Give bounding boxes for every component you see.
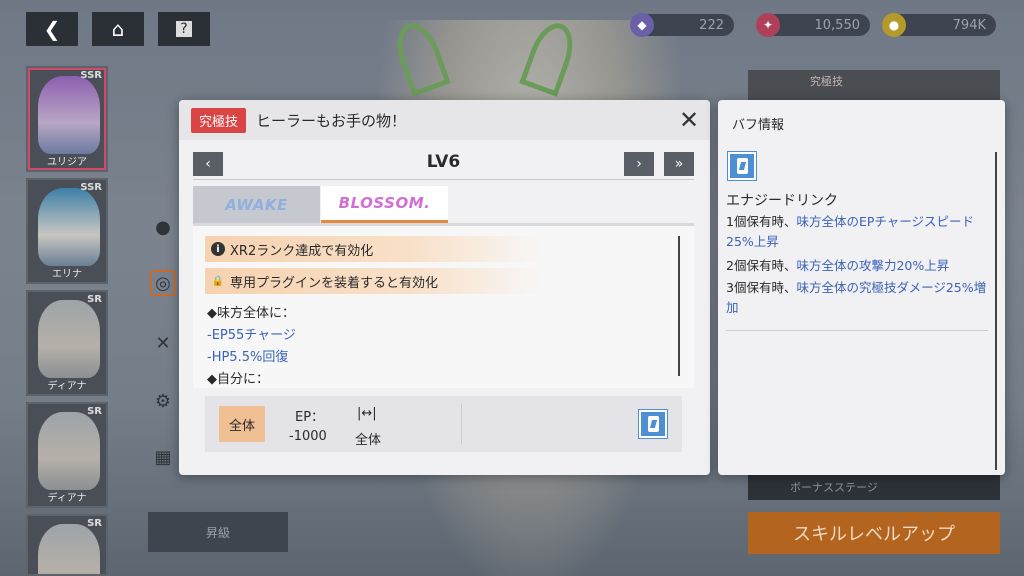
range-value: 全体 [355,433,382,448]
level-label: LV6 [426,152,461,172]
energy-drink-icon [728,152,756,180]
helmet-icon[interactable]: ● [150,214,176,240]
skill-description[interactable]: i XR2ランク達成で有効化 🔒 専用プラグインを装着すると有効化 ◆味方全体に… [193,226,694,388]
description-line: -EP55チャージ [207,328,296,343]
max-level-button[interactable]: » [664,152,694,176]
gear-icon[interactable]: ⚙ [150,388,176,414]
character-card[interactable]: SR ディアナ [26,290,108,396]
character-portrait [38,300,100,378]
buff-effect-line: 2個保有時、味方全体の攻撃力20%上昇 [726,258,950,273]
chevron-left-icon: ❮ [43,17,61,41]
next-level-button[interactable]: › [624,152,654,176]
skill-modal: 究極技 ヒーラーもお手の物！ ✕ ‹ LV6 › » AWAKE BLOSSOM… [179,100,710,475]
character-portrait [38,412,100,490]
home-button[interactable]: ⌂ [92,12,144,46]
description-line: -HP5.5%回復 [207,350,289,365]
promote-button[interactable]: 昇級 [148,512,288,552]
close-icon: ✕ [678,106,700,134]
description-line: ◆味方全体に： [207,306,295,321]
buff-effect-line: 1個保有時、味方全体のEPチャージスピード25%上昇 [726,214,975,249]
target-icon[interactable]: ◎ [150,270,176,296]
range-icon: |↔| [357,406,377,421]
target-badge: 全体 [219,406,265,442]
ep-label: EP： [295,410,325,425]
ultimate-skill-row[interactable]: 究極技 [748,70,1000,104]
scrollbar[interactable] [678,236,680,376]
currency-crystal: ✦ 10,550 [756,13,870,37]
help-button[interactable]: ? [158,12,210,46]
skill-footer: 全体 EP： -1000 |↔| 全体 [205,396,682,452]
crystal-icon: ✦ [756,13,780,37]
chevron-right-icon: › [636,156,642,172]
level-bar: ‹ LV6 › » [193,152,694,180]
energy-drink-icon[interactable] [639,410,667,438]
tab-awake[interactable]: AWAKE [193,186,320,223]
ultimate-badge: 究極技 [191,107,247,133]
home-icon: ⌂ [111,17,125,41]
selected-frame [28,68,106,170]
character-portrait [38,524,100,574]
tab-blossom[interactable]: BLOSSOM. [321,186,448,223]
skill-title: ヒーラーもお手の物！ [256,111,407,130]
character-portrait [38,188,100,266]
buff-name: エナジードリンク [726,193,838,209]
buff-effect-line: 3個保有時、味方全体の究極技ダメージ25%増加 [726,280,987,315]
coin-icon: ● [882,13,906,37]
condition-rank: i XR2ランク達成で有効化 [205,236,545,262]
currency-gem: ◆ 222 [630,13,734,37]
divider [461,404,462,444]
character-card[interactable]: SR [26,514,108,576]
character-card[interactable]: SR ディアナ [26,402,108,508]
buff-panel-title: バフ情報 [732,118,785,133]
gem-icon: ◆ [630,13,654,37]
description-line: ◆自分に： [207,372,269,387]
ep-cost: -1000 [289,429,327,444]
divider [726,330,988,331]
double-chevron-right-icon: » [674,156,684,172]
chip-icon[interactable]: ▦ [150,444,176,470]
back-button[interactable]: ❮ [26,12,78,46]
skill-level-up-button[interactable]: スキルレベルアップ [748,512,1000,554]
lock-icon: 🔒 [211,275,225,287]
character-card[interactable]: SSR エリナ [26,178,108,284]
bonus-stage-row[interactable]: ボーナスステージ [748,474,1000,500]
modal-header: 究極技 ヒーラーもお手の物！ ✕ [179,100,710,140]
help-icon: ? [176,21,192,37]
character-card[interactable]: SSR ユリジア [26,66,108,172]
scrollbar[interactable] [995,152,997,470]
close-button[interactable]: ✕ [676,106,702,134]
swords-icon[interactable]: ✕ [150,330,176,356]
info-icon: i [211,242,225,256]
condition-plugin: 🔒 専用プラグインを装着すると有効化 [205,268,545,294]
currency-coin: ● 794K [882,13,996,37]
buff-info-panel: バフ情報 エナジードリンク 1個保有時、味方全体のEPチャージスピード25%上昇… [718,100,1005,475]
